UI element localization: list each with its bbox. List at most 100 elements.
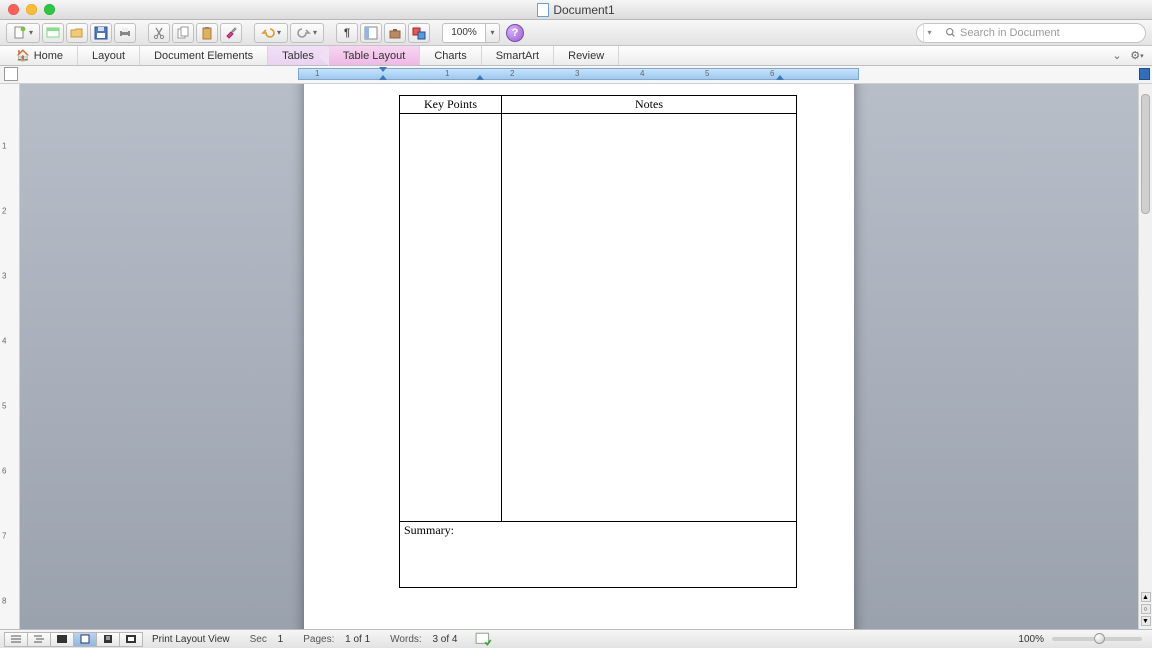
words-value: 3 of 4: [432, 634, 457, 645]
search-input[interactable]: [960, 27, 1139, 39]
spellcheck-status-button[interactable]: [475, 632, 493, 646]
cell-notes[interactable]: [502, 114, 797, 522]
vruler-label: 5: [2, 402, 6, 411]
tab-charts[interactable]: Charts: [420, 46, 481, 65]
cell-keypoints[interactable]: [400, 114, 502, 522]
new-page-icon: [13, 26, 27, 40]
tab-review[interactable]: Review: [554, 46, 619, 65]
chevron-down-icon: ▾: [927, 28, 931, 37]
hanging-indent-marker[interactable]: [476, 75, 484, 80]
open-button[interactable]: [66, 23, 88, 43]
double-up-icon: ▲: [1142, 594, 1149, 601]
draft-view-icon: [10, 634, 22, 644]
ruler-ticks: 1 1 2 3 4 5 6: [20, 68, 1138, 80]
zoom-dropdown-button[interactable]: ▾: [486, 23, 500, 43]
minimize-window-button[interactable]: [26, 4, 37, 15]
new-document-button[interactable]: ▾: [6, 23, 40, 43]
document-icon: [537, 3, 549, 17]
open-template-button[interactable]: [42, 23, 64, 43]
show-formatting-button[interactable]: ¶: [336, 23, 358, 43]
tab-table-layout[interactable]: Table Layout: [329, 46, 420, 65]
cell-summary[interactable]: Summary:: [400, 522, 797, 588]
tab-home[interactable]: 🏠 Home: [10, 46, 78, 65]
pilcrow-icon: ¶: [344, 27, 350, 39]
dropdown-caret-icon: ▾: [29, 28, 33, 37]
status-right: 100%: [1018, 634, 1152, 645]
publishing-view-icon: [56, 634, 68, 644]
left-indent-marker[interactable]: [379, 75, 387, 80]
cut-button[interactable]: [148, 23, 170, 43]
zoom-control[interactable]: 100% ▾: [442, 23, 500, 43]
copy-pages-icon: [176, 26, 190, 40]
document-canvas[interactable]: Key Points Notes Summary:: [20, 84, 1138, 629]
previous-page-button[interactable]: ▲: [1141, 592, 1151, 602]
vertical-ruler[interactable]: 1 2 3 4 5 6 7 8: [0, 84, 20, 629]
horizontal-ruler[interactable]: 1 1 2 3 4 5 6: [20, 66, 1138, 83]
zoom-window-button[interactable]: [44, 4, 55, 15]
browse-object-button[interactable]: ○: [1141, 604, 1151, 614]
help-button[interactable]: ?: [506, 24, 524, 42]
pages-label: Pages:: [303, 634, 334, 645]
scrollbar-thumb[interactable]: [1141, 94, 1150, 214]
zoom-slider[interactable]: [1052, 637, 1142, 641]
publishing-view-button[interactable]: [50, 632, 74, 647]
titlebar: Document1: [0, 0, 1152, 20]
zoom-value[interactable]: 100%: [442, 23, 486, 43]
fullscreen-view-button[interactable]: [119, 632, 143, 647]
tab-label: Document Elements: [154, 50, 253, 62]
vertical-scrollbar[interactable]: ▲ ○ ▼: [1138, 84, 1152, 629]
next-page-button[interactable]: ▼: [1141, 616, 1151, 626]
notebook-view-button[interactable]: [96, 632, 120, 647]
sidebar-panel-icon: [364, 26, 378, 40]
zoom-percent[interactable]: 100%: [1018, 634, 1044, 645]
zoom-slider-knob[interactable]: [1094, 633, 1105, 644]
save-button[interactable]: [90, 23, 112, 43]
template-icon: [46, 26, 60, 40]
tab-layout[interactable]: Layout: [78, 46, 140, 65]
table-summary-row[interactable]: Summary:: [400, 522, 797, 588]
vruler-label: 7: [2, 532, 6, 541]
clipboard-icon: [200, 26, 214, 40]
search-scope-dropdown[interactable]: ▾: [923, 24, 935, 42]
vruler-label: 1: [2, 142, 6, 151]
close-window-button[interactable]: [8, 4, 19, 15]
document-table[interactable]: Key Points Notes Summary:: [399, 95, 797, 588]
redo-arrow-icon: [297, 26, 311, 40]
copy-button[interactable]: [172, 23, 194, 43]
header-cell-notes[interactable]: Notes: [502, 96, 797, 114]
tab-stop-selector[interactable]: [4, 67, 18, 81]
format-painter-button[interactable]: [220, 23, 242, 43]
vruler-label: 4: [2, 337, 6, 346]
tab-label: Tables: [282, 50, 314, 62]
table-header-row[interactable]: Key Points Notes: [400, 96, 797, 114]
header-cell-keypoints[interactable]: Key Points: [400, 96, 502, 114]
redo-button[interactable]: ▾: [290, 23, 324, 43]
print-button[interactable]: [114, 23, 136, 43]
dropdown-caret-icon: ▾: [277, 28, 281, 37]
draft-view-button[interactable]: [4, 632, 28, 647]
magnifier-icon: [945, 27, 956, 38]
folder-open-icon: [70, 26, 84, 40]
first-line-indent-marker[interactable]: [379, 67, 387, 72]
toggle-sidebar-button[interactable]: [360, 23, 382, 43]
print-layout-view-button[interactable]: [73, 632, 97, 647]
tab-smartart[interactable]: SmartArt: [482, 46, 554, 65]
ribbon-settings-button[interactable]: ⚙▾: [1130, 49, 1144, 63]
right-indent-marker[interactable]: [776, 75, 784, 80]
media-browser-button[interactable]: [408, 23, 430, 43]
outline-view-button[interactable]: [27, 632, 51, 647]
search-field-wrap[interactable]: ▾: [916, 23, 1146, 43]
view-mode-label: Print Layout View: [152, 634, 230, 645]
undo-button[interactable]: ▾: [254, 23, 288, 43]
tab-label: Review: [568, 50, 604, 62]
table-body-row[interactable]: [400, 114, 797, 522]
ruler-label: 1: [445, 69, 449, 78]
paste-button[interactable]: [196, 23, 218, 43]
sidebar-toggle-button[interactable]: [1139, 68, 1150, 80]
toolbox-button[interactable]: [384, 23, 406, 43]
vruler-label: 8: [2, 597, 6, 606]
tab-document-elements[interactable]: Document Elements: [140, 46, 268, 65]
collapse-ribbon-button[interactable]: ⌄: [1110, 49, 1124, 63]
undo-arrow-icon: [261, 26, 275, 40]
page[interactable]: Key Points Notes Summary:: [304, 84, 854, 629]
